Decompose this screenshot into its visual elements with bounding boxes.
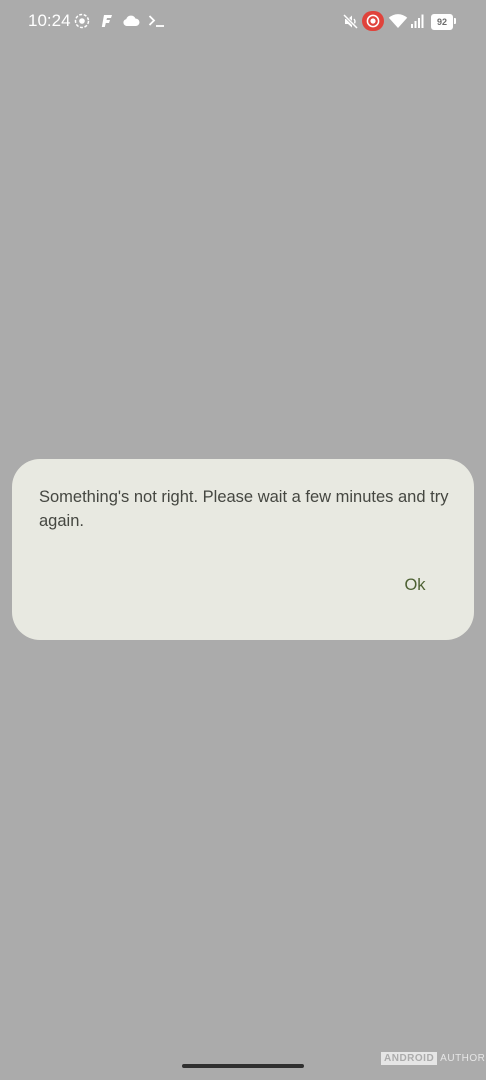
recording-icon xyxy=(362,11,384,31)
cloud-icon xyxy=(121,12,141,30)
gesture-nav-handle[interactable] xyxy=(182,1064,304,1068)
battery-tip xyxy=(454,18,456,24)
dialog-message: Something's not right. Please wait a few… xyxy=(39,488,449,530)
fdroid-icon xyxy=(100,12,114,30)
wifi-icon xyxy=(388,12,408,30)
mute-icon xyxy=(341,12,359,30)
watermark-part2: AUTHORITY xyxy=(440,1053,486,1064)
watermark-part1: ANDROID xyxy=(381,1052,438,1065)
watermark: ANDROID AUTHORITY xyxy=(381,1052,486,1065)
error-dialog: Something's not right. Please wait a few… xyxy=(12,459,474,640)
clock: 10:24 xyxy=(28,11,71,30)
screen-record-icon xyxy=(73,12,91,30)
ok-button[interactable]: Ok xyxy=(392,569,438,601)
status-bar: 10:24 92 xyxy=(0,0,486,44)
terminal-icon xyxy=(147,12,165,30)
battery-icon: 92 xyxy=(431,14,453,30)
signal-icon xyxy=(409,12,425,30)
